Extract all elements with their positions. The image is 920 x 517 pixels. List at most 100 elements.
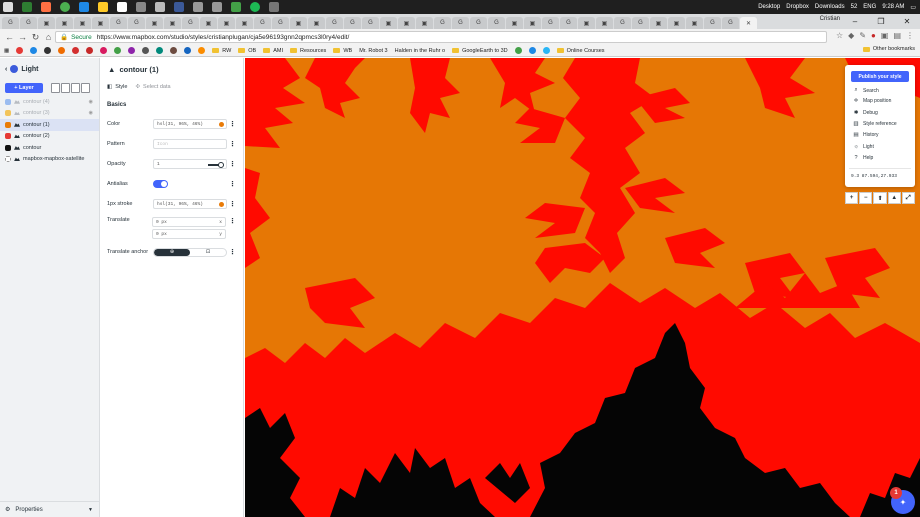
bookmark-icon[interactable] xyxy=(72,47,80,54)
taskbar-dropbox[interactable]: Dropbox xyxy=(786,4,809,10)
extension-icon[interactable]: ◆ xyxy=(848,31,854,40)
publish-button[interactable]: Publish your style xyxy=(851,71,909,82)
extension-icon[interactable]: ▣ xyxy=(881,31,889,40)
tool-debug[interactable]: ✱ Debug xyxy=(852,110,878,116)
adblock-icon[interactable]: ● xyxy=(871,31,876,40)
tool-help[interactable]: ? Help xyxy=(852,155,873,161)
more-icon[interactable]: ⋮ xyxy=(229,248,236,256)
bookmark-icon[interactable] xyxy=(156,47,164,54)
browser-tab-active[interactable]: ✕ xyxy=(740,17,757,29)
pattern-field[interactable]: Icon xyxy=(153,139,227,149)
browser-tab[interactable]: ▣ xyxy=(146,17,163,29)
bookmark-icon[interactable] xyxy=(528,47,536,54)
stroke-swatch[interactable] xyxy=(219,202,224,207)
delete-layer-icon[interactable] xyxy=(81,83,90,93)
star-icon[interactable]: ☆ xyxy=(836,31,843,40)
browser-tab[interactable]: G xyxy=(722,17,739,29)
browser-tab[interactable]: G xyxy=(704,17,721,29)
browser-tab[interactable]: G xyxy=(272,17,289,29)
browser-tab[interactable]: ▣ xyxy=(524,17,541,29)
opacity-field[interactable]: 1 xyxy=(153,159,227,169)
browser-tab[interactable]: ▣ xyxy=(650,17,667,29)
browser-tab[interactable]: G xyxy=(488,17,505,29)
browser-tab[interactable]: ▣ xyxy=(668,17,685,29)
opacity-slider[interactable] xyxy=(208,161,224,168)
app-icon[interactable] xyxy=(117,2,127,12)
browser-tab[interactable]: G xyxy=(362,17,379,29)
bookmark-folder-ob[interactable]: OB xyxy=(238,48,256,54)
app-icon[interactable] xyxy=(269,2,279,12)
app-icon[interactable] xyxy=(136,2,146,12)
browser-tab[interactable]: G xyxy=(614,17,631,29)
browser-tab[interactable]: G xyxy=(344,17,361,29)
bookmark-icon[interactable] xyxy=(198,47,206,54)
bookmark-icon[interactable] xyxy=(44,47,52,54)
app-icon[interactable] xyxy=(22,2,32,12)
bookmark-halden[interactable]: Halden in the Ruhr o xyxy=(395,48,445,54)
browser-tab[interactable]: G xyxy=(470,17,487,29)
color-field[interactable]: hsl(31, 96%, 46%) xyxy=(153,119,227,129)
bookmark-icon[interactable] xyxy=(142,47,150,54)
duplicate-layer-icon[interactable] xyxy=(51,83,60,93)
browser-tab[interactable]: ▣ xyxy=(56,17,73,29)
url-text[interactable]: https://www.mapbox.com/studio/styles/cri… xyxy=(97,34,350,41)
browser-tab[interactable]: G xyxy=(560,17,577,29)
tool-light[interactable]: ☼ Light xyxy=(852,144,873,150)
home-icon[interactable]: ⌂ xyxy=(42,32,55,42)
layer-item[interactable]: contour (3) ◉ xyxy=(0,108,99,120)
browser-tab[interactable]: G xyxy=(128,17,145,29)
browser-tab[interactable]: ▣ xyxy=(398,17,415,29)
layer-item[interactable]: contour xyxy=(0,142,99,154)
anchor-viewport-option[interactable]: ⊡ xyxy=(190,249,226,256)
bookmark-icon[interactable] xyxy=(16,47,24,54)
firefox-icon[interactable] xyxy=(41,2,51,12)
bookmark-icon[interactable] xyxy=(30,47,38,54)
chrome-icon[interactable] xyxy=(60,2,70,12)
more-icon[interactable]: ⋮ xyxy=(229,140,236,148)
bookmark-icon[interactable] xyxy=(170,47,178,54)
app-icon[interactable] xyxy=(212,2,222,12)
minimize-icon[interactable]: – xyxy=(842,17,868,26)
layer-item[interactable]: contour (4) ◉ xyxy=(0,96,99,108)
browser-tab[interactable]: ▣ xyxy=(380,17,397,29)
more-icon[interactable]: ⋮ xyxy=(229,180,236,188)
group-layer-icon[interactable] xyxy=(61,83,70,93)
map-coordinates[interactable]: 9.3 87.594,27.933 xyxy=(851,174,897,179)
browser-tab[interactable]: G xyxy=(326,17,343,29)
browser-tab[interactable]: G xyxy=(254,17,271,29)
browser-tab[interactable]: ▣ xyxy=(200,17,217,29)
fullscreen-icon[interactable]: ⤢ xyxy=(901,192,916,204)
browser-tab[interactable]: ▣ xyxy=(416,17,433,29)
browser-tab[interactable]: G xyxy=(110,17,127,29)
bookmark-icon[interactable] xyxy=(184,47,192,54)
browser-tab[interactable]: ▣ xyxy=(506,17,523,29)
compass-icon[interactable]: ▲ xyxy=(887,192,901,204)
app-icon[interactable] xyxy=(231,2,241,12)
bookmark-folder-rw[interactable]: RW xyxy=(212,48,231,54)
slider-handle[interactable] xyxy=(218,161,224,168)
app-icon[interactable] xyxy=(79,2,89,12)
layer-item[interactable]: contour (1) xyxy=(0,119,99,131)
notification-icon[interactable]: ▭ xyxy=(910,4,916,11)
other-bookmarks[interactable]: Other bookmarks xyxy=(862,46,915,52)
app-icon[interactable] xyxy=(193,2,203,12)
translate-x-field[interactable]: 0 px x xyxy=(152,217,226,227)
apps-icon[interactable]: ▦ xyxy=(4,48,9,54)
tool-style-reference[interactable]: ▥ Style reference xyxy=(852,121,896,127)
style-name[interactable]: Light xyxy=(21,66,38,73)
extension-icon[interactable]: ▤ xyxy=(893,31,901,40)
app-icon[interactable] xyxy=(3,2,13,12)
browser-tab[interactable]: G xyxy=(182,17,199,29)
browser-tab[interactable]: ▣ xyxy=(308,17,325,29)
stroke-color-field[interactable]: hsl(31, 96%, 46%) xyxy=(153,199,227,209)
tool-search[interactable]: ⌕ Search xyxy=(852,87,878,94)
color-swatch[interactable] xyxy=(219,122,224,127)
spotify-icon[interactable] xyxy=(250,2,260,12)
extension-icon[interactable]: ✎ xyxy=(859,31,866,40)
browser-tab[interactable]: G xyxy=(20,17,37,29)
reload-icon[interactable]: ↻ xyxy=(29,32,42,43)
browser-tab[interactable]: ▣ xyxy=(290,17,307,29)
bookmark-mr-robot[interactable]: Mr. Robot 3 xyxy=(359,48,387,54)
map-canvas[interactable] xyxy=(245,58,920,517)
tool-map-position[interactable]: ✛ Map position xyxy=(852,98,892,104)
